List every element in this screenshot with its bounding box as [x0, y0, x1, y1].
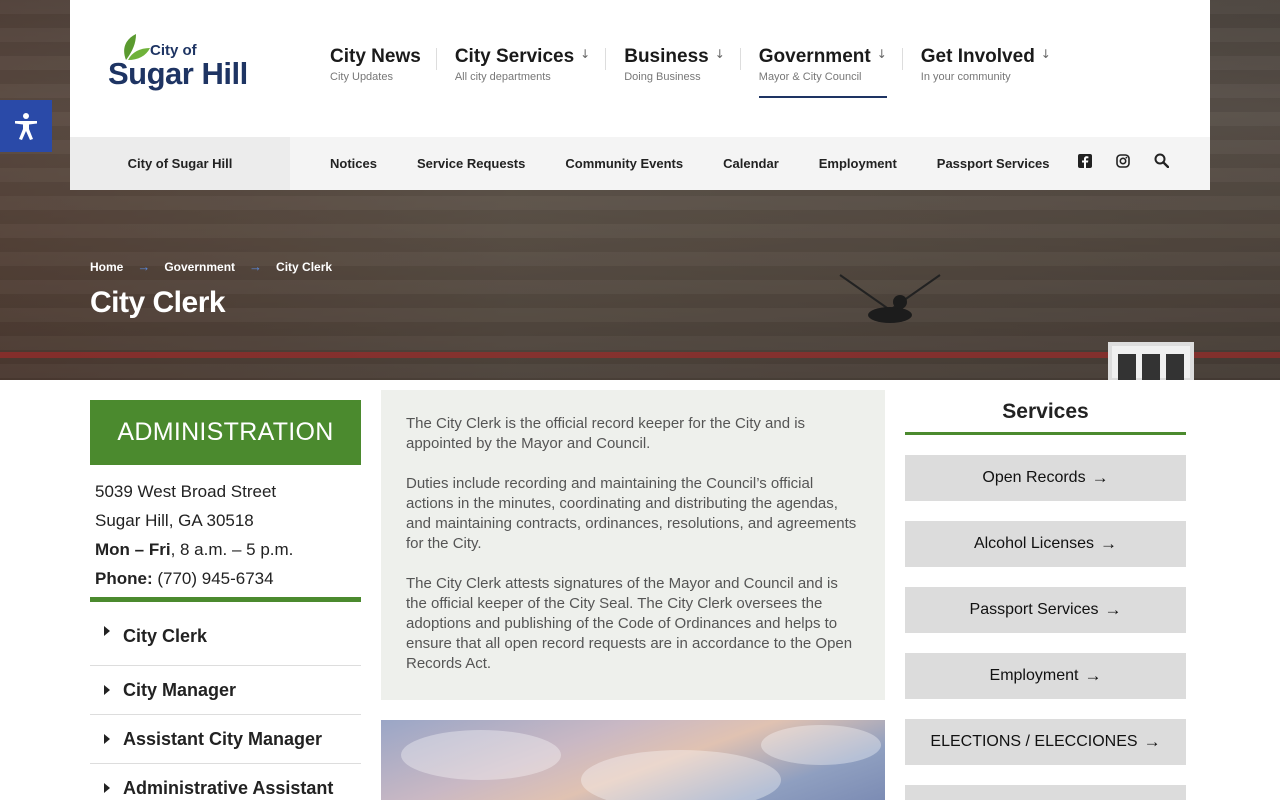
page-title: City Clerk — [90, 286, 226, 319]
search-icon[interactable] — [1154, 153, 1170, 169]
hours-label: Mon – Fri — [95, 540, 171, 559]
phone-value[interactable]: (770) 945-6734 — [153, 569, 273, 588]
nav-city-news[interactable]: City News City Updates — [330, 46, 437, 98]
services-heading: Services — [905, 390, 1186, 435]
caret-right-icon — [104, 783, 110, 793]
arrow-right-icon: → — [1091, 468, 1109, 487]
contact-info: 5039 West Broad Street Sugar Hill, GA 30… — [90, 465, 361, 602]
dept-label: City Manager — [123, 679, 237, 700]
nav-title: City Services — [454, 46, 575, 67]
hours: Mon – Fri, 8 a.m. – 5 p.m. — [95, 535, 356, 564]
mural-red-stripe — [0, 352, 1280, 358]
nav-title: City News — [330, 46, 421, 67]
nav-subtitle: City Updates — [330, 71, 393, 83]
description-paragraph: Duties include recording and maintaining… — [406, 475, 857, 552]
dept-label: Assistant City Manager — [123, 728, 323, 749]
caret-right-icon — [104, 685, 110, 695]
subbar-home-link[interactable]: City of Sugar Hill — [70, 137, 290, 190]
address-line2: Sugar Hill, GA 30518 — [95, 511, 254, 530]
secondary-nav: City of Sugar Hill Notices Service Reque… — [70, 137, 1210, 190]
department-list: City Clerk City Manager Assistant City M… — [90, 626, 361, 800]
accessibility-button[interactable] — [0, 100, 52, 152]
button-label: Alcohol Licenses — [973, 535, 1095, 552]
dept-assistant-city-manager[interactable]: Assistant City Manager — [90, 715, 361, 764]
dept-city-clerk[interactable]: City Clerk — [90, 626, 361, 666]
services-sidebar: Services Open Records → Alcohol Licenses →… — [905, 390, 1186, 800]
passport-services-button[interactable]: Passport Services → — [905, 587, 1186, 633]
arrow-right-icon: → — [1084, 666, 1102, 685]
sky-photo — [381, 720, 885, 800]
down-arrow-icon: ↓ — [580, 47, 591, 61]
mural-window — [1108, 342, 1194, 380]
link-community-events[interactable]: Community Events — [565, 156, 683, 171]
city-clerk-description: The City Clerk is the official record ke… — [381, 390, 885, 700]
elections-button[interactable]: ELECTIONS / ELECCIONES → — [905, 719, 1186, 765]
social-icons — [1078, 153, 1170, 169]
employment-button[interactable]: Employment → — [905, 653, 1186, 699]
caret-right-icon — [104, 734, 110, 744]
link-service-requests[interactable]: Service Requests — [417, 156, 525, 171]
phone-label: Phone: — [95, 569, 153, 588]
dept-administrative-assistant[interactable]: Administrative Assistant — [90, 764, 361, 800]
down-arrow-icon: ↓ — [714, 47, 725, 61]
phone: Phone: (770) 945-6734 — [95, 564, 356, 593]
description-paragraph: The City Clerk is the official record ke… — [406, 415, 806, 452]
administration-sidebar: ADMINISTRATION 5039 West Broad Street Su… — [90, 400, 361, 800]
nav-title: Business — [624, 46, 709, 67]
breadcrumb: Home → Government → City Clerk — [90, 259, 332, 274]
city-logo[interactable]: City of Sugar Hill — [108, 30, 258, 94]
down-arrow-icon: ↓ — [876, 47, 887, 61]
dept-label: Administrative Assistant — [123, 777, 334, 798]
logo-line2: Sugar Hill — [108, 56, 248, 91]
alcohol-licenses-button[interactable]: Alcohol Licenses → — [905, 521, 1186, 567]
link-employment[interactable]: Employment — [819, 156, 897, 171]
instagram-icon[interactable] — [1116, 153, 1132, 169]
nav-government[interactable]: Government ↓ Mayor & City Council — [758, 46, 903, 98]
nav-title: Get Involved — [920, 46, 1035, 67]
arrow-right-icon: → — [1104, 600, 1122, 619]
caret-right-icon — [104, 626, 110, 636]
nav-subtitle: In your community — [920, 71, 1011, 83]
site-header: City of Sugar Hill City News City Update… — [70, 0, 1210, 190]
button-label: Open Records — [982, 469, 1086, 486]
nav-business[interactable]: Business ↓ Doing Business — [624, 46, 741, 98]
description-paragraph: The City Clerk attests signatures of the… — [406, 575, 853, 672]
nav-subtitle: All city departments — [454, 71, 551, 83]
arrow-right-icon: → — [1143, 732, 1161, 751]
address-line1: 5039 West Broad Street — [95, 482, 277, 501]
button-label: Employment — [989, 667, 1079, 684]
accessibility-icon — [15, 113, 37, 140]
open-records-button[interactable]: Open Records → — [905, 455, 1186, 501]
more-services-button[interactable] — [905, 785, 1186, 800]
button-label: ELECTIONS / ELECCIONES — [930, 733, 1138, 750]
arrow-right-icon: → — [1100, 534, 1118, 553]
main-nav: City News City Updates City Services ↓ Al… — [330, 46, 1085, 98]
down-arrow-icon: ↓ — [1040, 47, 1051, 61]
secondary-links: Notices Service Requests Community Event… — [330, 137, 1090, 190]
breadcrumb-home[interactable]: Home — [90, 260, 123, 274]
dept-city-manager[interactable]: City Manager — [90, 666, 361, 715]
nav-city-services[interactable]: City Services ↓ All city departments — [454, 46, 607, 98]
link-notices[interactable]: Notices — [330, 156, 377, 171]
mural-swing-figure — [839, 274, 941, 323]
facebook-icon[interactable] — [1078, 153, 1094, 169]
button-label: Passport Services — [969, 601, 1099, 618]
nav-get-involved[interactable]: Get Involved ↓ In your community — [921, 46, 1067, 98]
breadcrumb-current: City Clerk — [276, 259, 333, 274]
breadcrumb-separator: → — [249, 259, 263, 274]
breadcrumb-separator: → — [137, 259, 151, 274]
dept-label: City Clerk — [123, 626, 208, 646]
hours-value: , 8 a.m. – 5 p.m. — [170, 540, 294, 559]
nav-title: Government — [758, 46, 871, 67]
administration-heading: ADMINISTRATION — [90, 400, 361, 465]
nav-subtitle: Doing Business — [624, 71, 701, 83]
link-calendar[interactable]: Calendar — [723, 156, 779, 171]
link-passport-services[interactable]: Passport Services — [937, 156, 1050, 171]
nav-subtitle: Mayor & City Council — [758, 71, 862, 83]
breadcrumb-government[interactable]: Government — [164, 260, 235, 274]
